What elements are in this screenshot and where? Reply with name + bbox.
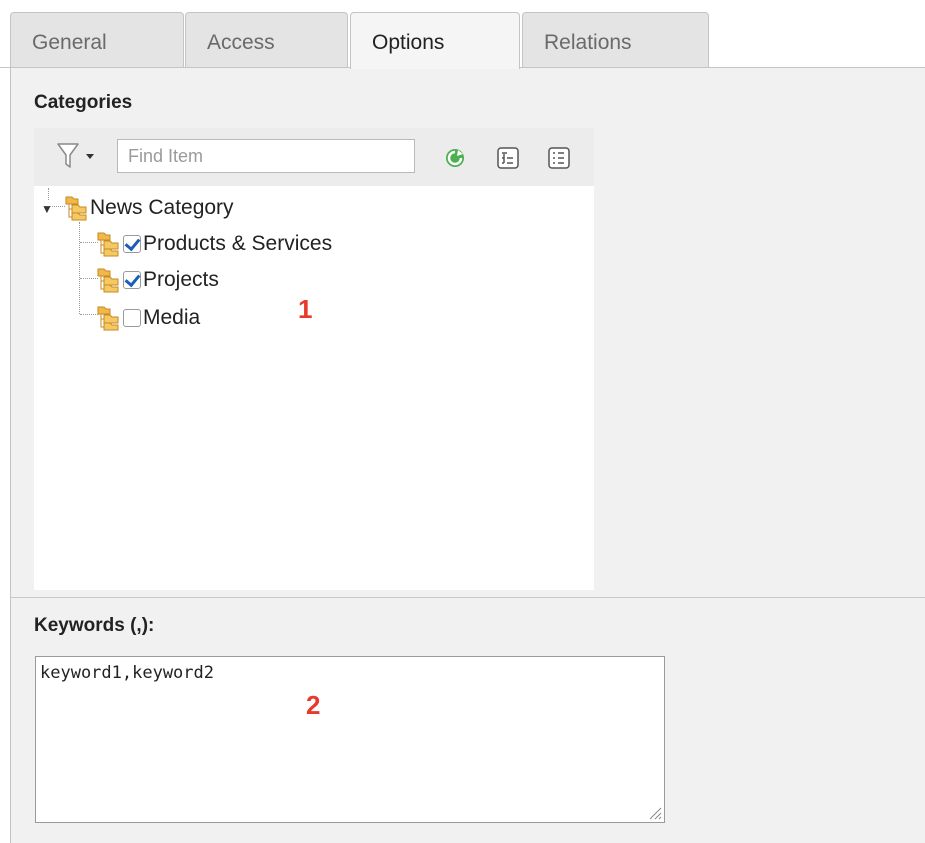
tab-bar: General Access Options Relations [0, 0, 925, 69]
tab-general[interactable]: General [10, 12, 184, 68]
tree-connector [79, 222, 80, 314]
checkbox-products-services[interactable] [123, 235, 141, 253]
tab-access-label: Access [207, 31, 275, 54]
keywords-label: Keywords (,): [34, 615, 155, 636]
collapse-toggle-icon[interactable]: ▼ [41, 202, 53, 216]
tree-item-products-services[interactable]: Products & Services [96, 229, 332, 259]
tree-connector [50, 206, 65, 207]
tree-item-label: Products & Services [143, 232, 333, 255]
find-item-input[interactable] [117, 139, 415, 173]
tab-relations-label: Relations [544, 31, 632, 54]
tree-item-label: Projects [143, 268, 219, 291]
filter-icon[interactable] [56, 140, 98, 172]
tree-root[interactable]: News Category [64, 193, 234, 223]
tree-root-label: News Category [90, 196, 234, 219]
keywords-textarea[interactable]: keyword1,keyword2 [35, 656, 665, 823]
checkbox-media[interactable] [123, 309, 141, 327]
tree-item-label: Media [143, 306, 201, 329]
refresh-icon[interactable] [443, 146, 467, 170]
tab-options-label: Options [372, 31, 445, 54]
tree-item-projects[interactable]: Projects [96, 265, 219, 295]
categories-label: Categories [34, 92, 133, 113]
tree-connector [48, 188, 49, 200]
tree-item-media[interactable]: Media [96, 303, 200, 333]
section-divider [10, 597, 925, 598]
folder-icon [96, 231, 122, 257]
resize-grip-icon[interactable] [646, 804, 662, 820]
tab-general-label: General [32, 31, 107, 54]
folder-icon [64, 195, 90, 221]
collapse-all-icon[interactable] [547, 146, 571, 170]
tab-relations[interactable]: Relations [522, 12, 709, 68]
folder-icon [96, 305, 122, 331]
annotation-marker-1: 1 [298, 294, 313, 324]
expand-all-icon[interactable] [496, 146, 520, 170]
folder-icon [96, 267, 122, 293]
tab-options[interactable]: Options [350, 12, 520, 69]
tab-access[interactable]: Access [185, 12, 348, 68]
annotation-marker-2: 2 [306, 690, 321, 720]
checkbox-projects[interactable] [123, 271, 141, 289]
